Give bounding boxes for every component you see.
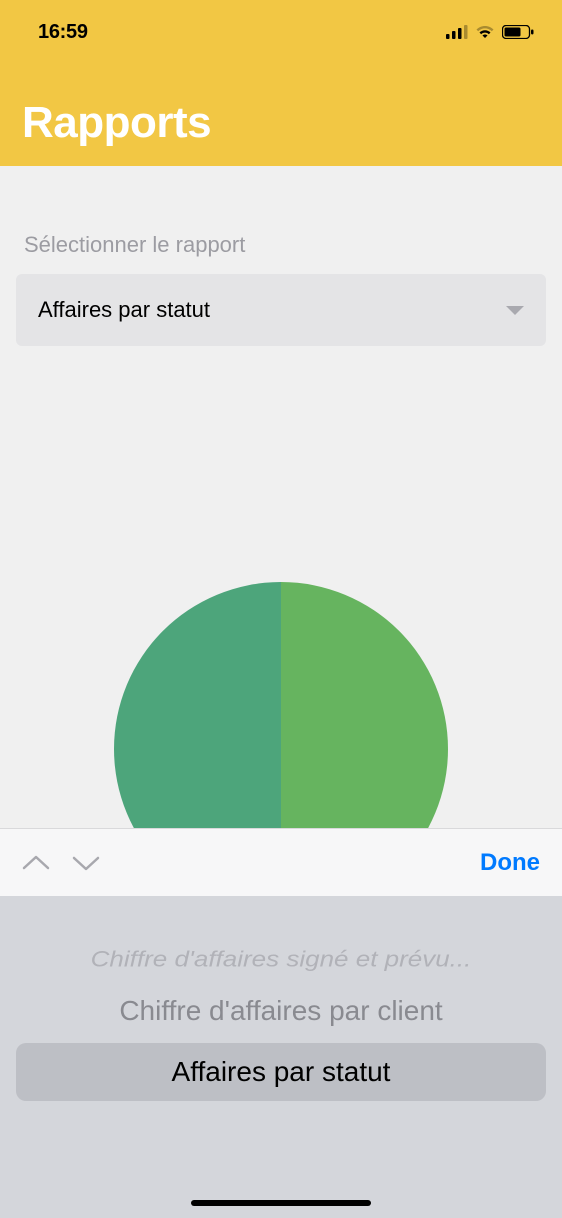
app-header: 16:59 Rapports [0, 0, 562, 166]
main-content: Sélectionner le rapport Affaires par sta… [0, 166, 562, 838]
report-select-value: Affaires par statut [38, 297, 210, 323]
status-icons [446, 25, 534, 39]
pie-slice-a [114, 582, 281, 838]
status-time: 16:59 [38, 21, 88, 44]
home-indicator[interactable] [191, 1200, 371, 1206]
picker-nav-arrows [22, 854, 100, 872]
battery-icon [502, 25, 534, 39]
picker-option-1[interactable]: Chiffre d'affaires par client [0, 985, 562, 1037]
page-title: Rapports [0, 50, 562, 148]
wifi-icon [475, 25, 495, 39]
picker-up-icon[interactable] [22, 854, 50, 872]
picker-container: Done Chiffre d'affaires signé et prévu..… [0, 828, 562, 1218]
picker-option-0[interactable]: Chiffre d'affaires signé et prévu... [0, 938, 562, 981]
chevron-down-icon [506, 306, 524, 315]
picker-toolbar: Done [0, 828, 562, 896]
picker-selected-option[interactable]: Affaires par statut [16, 1043, 546, 1101]
select-label: Sélectionner le rapport [16, 232, 546, 274]
cellular-icon [446, 25, 468, 39]
picker-down-icon[interactable] [72, 854, 100, 872]
picker-wheel[interactable]: Chiffre d'affaires signé et prévu... Chi… [0, 896, 562, 1218]
status-bar: 16:59 [0, 0, 562, 50]
pie-chart [114, 582, 448, 838]
picker-done-button[interactable]: Done [480, 849, 540, 877]
pie-slice-b [281, 582, 448, 838]
chart-area [16, 582, 546, 838]
report-select[interactable]: Affaires par statut [16, 274, 546, 346]
picker-selected-text: Affaires par statut [172, 1056, 391, 1088]
